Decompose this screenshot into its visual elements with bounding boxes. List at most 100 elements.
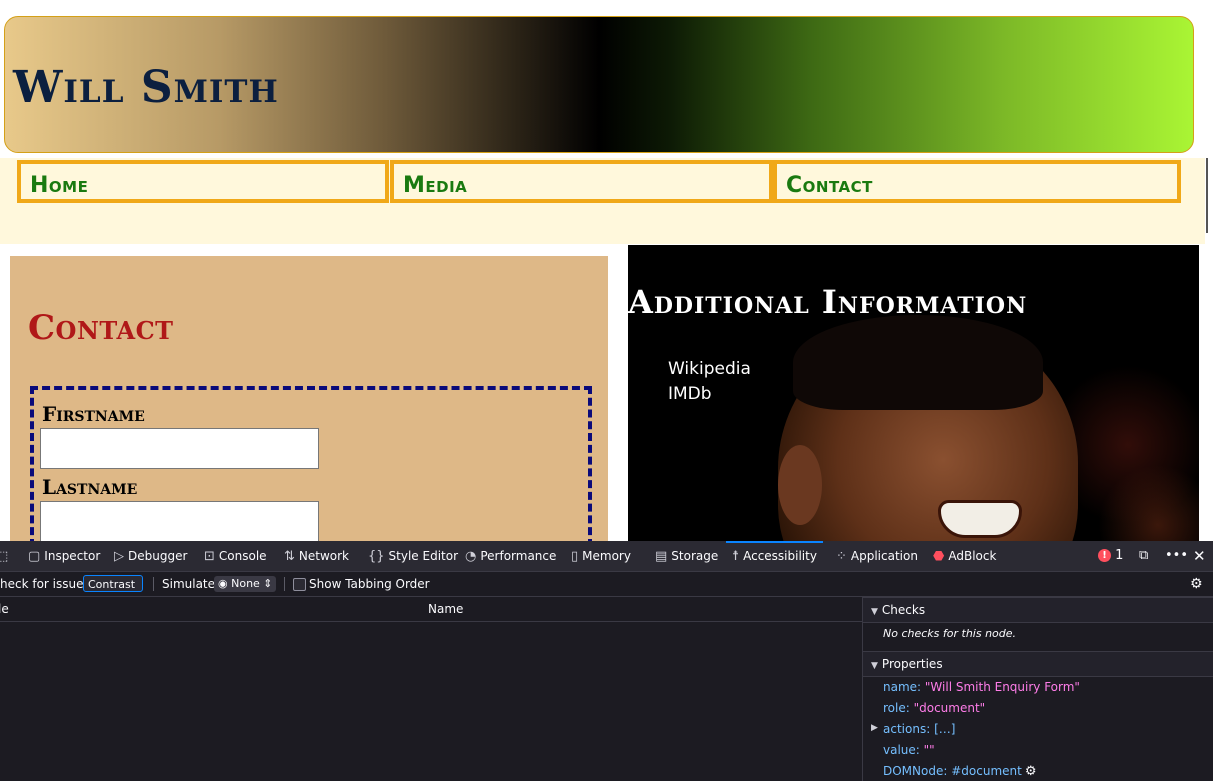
element-picker-icon[interactable]: ⬚ xyxy=(0,541,12,571)
tab-application[interactable]: ⁘ Application xyxy=(836,541,918,571)
nav-item-media[interactable]: Media xyxy=(390,160,773,203)
page-scrollbar[interactable] xyxy=(1206,158,1208,233)
tab-debugger[interactable]: ▷ Debugger xyxy=(114,541,187,571)
accessibility-icon: ☨ xyxy=(732,549,740,564)
adblock-icon: ⬣ xyxy=(933,549,945,564)
role-column-header[interactable]: le xyxy=(0,597,9,621)
info-heading: Additional Information xyxy=(628,283,1028,321)
error-icon: ! xyxy=(1098,549,1111,562)
nav-item-label[interactable]: Contact xyxy=(786,173,873,198)
tab-inspector[interactable]: ▢ Inspector xyxy=(28,541,100,571)
portrait-ear xyxy=(778,445,822,525)
page-viewport: Will Smith Home Media Contact Contact Fi… xyxy=(0,0,1213,541)
info-links: Wikipedia IMDb xyxy=(668,357,751,407)
more-options-icon[interactable]: ••• xyxy=(1165,541,1188,571)
console-icon: ⊡ xyxy=(204,549,215,564)
expand-triangle-icon: ▼ xyxy=(871,607,878,617)
nav-item-label[interactable]: Home xyxy=(30,173,88,198)
tab-label: Console xyxy=(218,549,267,563)
tab-label: Application xyxy=(850,549,918,563)
nav-item-contact[interactable]: Contact xyxy=(773,160,1181,203)
properties-title: Properties xyxy=(881,657,943,671)
property-value: "" xyxy=(923,743,935,757)
tab-storage[interactable]: ▤ Storage xyxy=(655,541,718,571)
tab-console[interactable]: ⊡ Console xyxy=(204,541,267,571)
tab-adblock[interactable]: ⬣ AdBlock xyxy=(933,541,996,571)
expand-triangle-icon: ▼ xyxy=(871,661,878,671)
additional-info-panel: Additional Information Wikipedia IMDb xyxy=(628,245,1199,541)
property-role: role: "document" xyxy=(883,701,985,715)
nav-item-home[interactable]: Home xyxy=(17,160,389,203)
check-issues-value: Contrast xyxy=(88,578,136,591)
application-icon: ⁘ xyxy=(836,549,847,564)
property-value: "document" xyxy=(913,701,986,715)
lastname-label: Lastname xyxy=(42,475,138,499)
portrait-smile xyxy=(938,500,1022,538)
check-issues-label: heck for issues: xyxy=(0,577,94,591)
tab-memory[interactable]: ▯ Memory xyxy=(571,541,631,571)
debugger-icon: ▷ xyxy=(114,549,124,564)
tabbing-order-label[interactable]: Show Tabbing Order xyxy=(309,572,430,596)
property-actions[interactable]: ▶ actions: […] xyxy=(871,722,955,736)
imdb-link[interactable]: IMDb xyxy=(668,382,751,407)
expand-triangle-icon[interactable]: ▶ xyxy=(871,723,878,733)
error-count-label: 1 xyxy=(1115,548,1124,563)
tree-header: le Name xyxy=(0,597,862,622)
settings-gear-icon[interactable]: ⚙ xyxy=(1190,572,1203,596)
enquiry-form: Firstname Lastname xyxy=(30,386,592,541)
property-key: name: xyxy=(883,680,922,694)
inspect-node-icon[interactable]: ⚙ xyxy=(1025,764,1037,779)
tab-label: Performance xyxy=(480,549,557,563)
simulate-value: None xyxy=(231,577,260,590)
contact-heading: Contact xyxy=(28,308,174,348)
error-count[interactable]: ! 1 xyxy=(1098,541,1123,571)
tab-network[interactable]: ⇅ Network xyxy=(284,541,349,571)
tab-accessibility[interactable]: ☨ Accessibility xyxy=(726,541,823,571)
firstname-label: Firstname xyxy=(42,402,145,426)
tab-label: Network xyxy=(298,549,350,563)
contact-panel: Contact Firstname Lastname xyxy=(10,256,608,541)
style-editor-icon: {} xyxy=(368,549,385,564)
performance-icon: ◔ xyxy=(465,549,477,564)
tab-label: Accessibility xyxy=(743,549,817,563)
divider xyxy=(153,577,154,591)
tab-performance[interactable]: ◔ Performance xyxy=(465,541,556,571)
memory-icon: ▯ xyxy=(571,549,579,564)
nav-item-label[interactable]: Media xyxy=(403,173,467,198)
simulate-select[interactable]: ◉ None ⇕ xyxy=(214,576,276,592)
checks-title: Checks xyxy=(881,603,926,617)
tab-label: Storage xyxy=(671,549,719,563)
check-issues-select[interactable]: Contrast ⇕ xyxy=(83,575,143,608)
site-header: Will Smith xyxy=(4,16,1194,153)
properties-sidebar: ▼ Checks No checks for this node. ▼ Proper… xyxy=(862,597,1213,781)
divider xyxy=(284,577,285,591)
tab-label: Style Editor xyxy=(388,549,459,563)
accessibility-toolbar: heck for issues: Contrast ⇕ Simulate: ◉ … xyxy=(0,572,1213,608)
site-title: Will Smith xyxy=(13,62,279,113)
property-value: value: "" xyxy=(883,743,935,757)
close-icon[interactable]: ✕ xyxy=(1193,541,1206,571)
property-key: role: xyxy=(883,701,910,715)
name-column-header[interactable]: Name xyxy=(428,597,463,621)
tab-label: AdBlock xyxy=(948,549,997,563)
eye-icon: ◉ xyxy=(218,577,228,590)
property-domnode: DOMNode: #document ⚙ xyxy=(883,764,1037,779)
lastname-input[interactable] xyxy=(40,501,319,541)
no-checks-message: No checks for this node. xyxy=(883,627,1017,640)
property-key: value: xyxy=(883,743,920,757)
tab-label: Inspector xyxy=(44,549,101,563)
property-value[interactable]: #document xyxy=(951,764,1022,778)
wikipedia-link[interactable]: Wikipedia xyxy=(668,357,751,382)
tab-style-editor[interactable]: {} Style Editor xyxy=(368,541,458,571)
firstname-input[interactable] xyxy=(40,428,319,469)
properties-section-header[interactable]: ▼ Properties xyxy=(863,651,1213,677)
dock-side-icon[interactable]: ⧉ xyxy=(1139,541,1148,571)
simulate-label: Simulate: xyxy=(162,577,220,591)
tab-label: Memory xyxy=(582,549,631,563)
devtools-panel: ⬚ ▢ Inspector ▷ Debugger ⊡ Console ⇅ Network… xyxy=(0,541,1213,781)
property-value: "Will Smith Enquiry Form" xyxy=(924,680,1080,694)
checks-section-header[interactable]: ▼ Checks xyxy=(863,597,1213,623)
site-nav: Home Media Contact xyxy=(0,158,1205,244)
tabbing-order-checkbox[interactable] xyxy=(293,578,306,591)
network-icon: ⇅ xyxy=(284,549,295,564)
